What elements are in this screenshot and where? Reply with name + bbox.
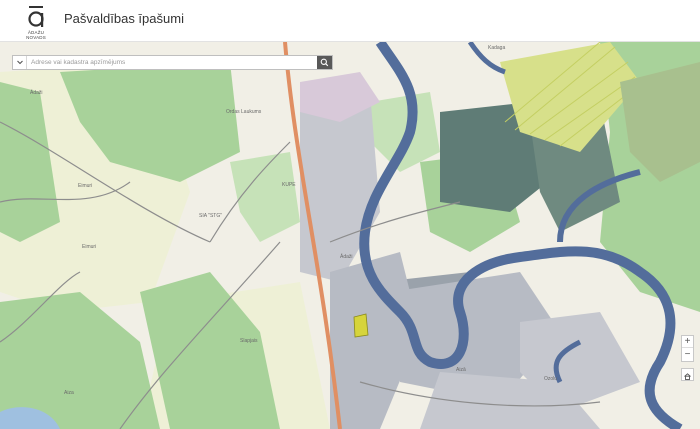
adazi-novads-logo: ĀDAŽU NOVADS — [24, 3, 48, 40]
search-source-dropdown[interactable] — [13, 56, 27, 69]
home-icon — [684, 373, 691, 380]
page-title: Pašvaldības īpašumi — [64, 11, 184, 26]
search-icon — [320, 58, 329, 67]
app-header: ĀDAŽU NOVADS Pašvaldības īpašumi — [0, 0, 700, 42]
label-ordas-laukums: Ordas Laukums — [226, 109, 262, 115]
label-eimuri-2: Eimuri — [82, 244, 97, 250]
zoom-out-button[interactable]: − — [682, 349, 693, 361]
search-button[interactable] — [317, 56, 332, 69]
home-button[interactable] — [681, 368, 694, 381]
label-aiza-street: Aizā — [456, 367, 466, 373]
label-ozolu: Ozolu — [544, 376, 558, 382]
label-aiza: Aiza — [64, 390, 74, 396]
label-adazi-center: Ādaži — [340, 254, 353, 260]
label-eimuri-1: Eimuri — [78, 183, 93, 189]
label-kadaga: Kadaga — [488, 45, 506, 51]
label-slapjais: Slapjais — [240, 338, 258, 344]
label-stg: SIA "STG" — [199, 213, 223, 219]
zoom-in-button[interactable]: + — [682, 336, 693, 348]
label-adazi-north: Ādaži — [30, 90, 43, 96]
logo-text: ĀDAŽU NOVADS — [26, 30, 46, 40]
label-kupe: KUPE — [282, 182, 296, 188]
basemap[interactable] — [0, 42, 700, 429]
zoom-control: + − — [681, 335, 694, 362]
search-input[interactable] — [29, 56, 315, 69]
chevron-down-icon — [17, 60, 23, 65]
search-bar — [12, 55, 333, 70]
adazi-logo-icon — [28, 6, 44, 27]
map-view[interactable]: Kadaga Ādaži Ordas Laukums Eimuri Eimuri… — [0, 42, 700, 429]
